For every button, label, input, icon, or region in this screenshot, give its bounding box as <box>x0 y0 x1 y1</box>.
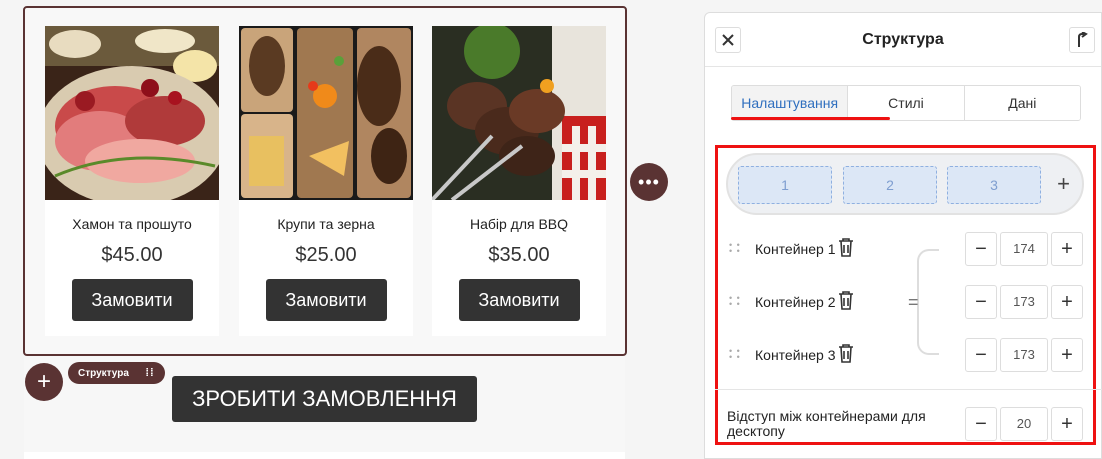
container-label: Контейнер 1 <box>755 241 836 257</box>
product-price: $45.00 <box>101 244 163 266</box>
gap-row: − 20 + <box>729 407 1083 441</box>
drag-handle-icon[interactable]: • • • • <box>729 347 743 362</box>
order-button[interactable]: Замовити <box>265 279 387 321</box>
increment-button[interactable]: + <box>1051 407 1083 441</box>
add-column-button[interactable]: + <box>1057 171 1070 197</box>
order-button[interactable]: Замовити <box>71 279 193 321</box>
tab-settings[interactable]: Налаштування <box>732 86 848 120</box>
section-divider <box>715 389 1102 390</box>
column-box[interactable]: 2 <box>843 166 937 204</box>
plus-icon: + <box>1057 171 1070 196</box>
structure-panel: Структура Налаштування Стилі Дані 1 2 3 … <box>704 12 1102 459</box>
column-box[interactable]: 3 <box>947 166 1041 204</box>
tab-data[interactable]: Дані <box>963 86 1080 120</box>
product-name: Хамон та прошуто <box>72 216 192 232</box>
width-stepper: − 174 + <box>965 232 1083 266</box>
drag-grip-icon[interactable]: ⁞⁞ <box>143 368 157 379</box>
container-row: • • • • Контейнер 1 − 174 + <box>729 232 1083 266</box>
structure-tag[interactable]: Структура ⁞⁞ <box>68 362 165 384</box>
product-image-ham <box>45 26 219 200</box>
column-box[interactable]: 1 <box>738 166 832 204</box>
product-image-grains <box>239 26 413 200</box>
add-block-button[interactable]: + <box>25 363 63 401</box>
decrement-button[interactable]: − <box>965 407 997 441</box>
panel-header: Структура <box>705 13 1101 67</box>
product-image-bbq <box>432 26 606 200</box>
container-label: Контейнер 2 <box>755 294 836 310</box>
product-price: $25.00 <box>295 244 357 266</box>
products-container[interactable]: Хамон та прошуто $45.00 Замовити Крупи т… <box>23 6 627 356</box>
structure-tag-label: Структура <box>78 367 129 379</box>
product-name: Набір для BBQ <box>469 216 569 232</box>
width-stepper: − 173 + <box>965 285 1083 319</box>
product-card[interactable]: Хамон та прошуто $45.00 Замовити <box>45 26 219 336</box>
product-price: $35.00 <box>488 244 550 266</box>
container-label: Контейнер 3 <box>755 347 836 363</box>
order-button[interactable]: Замовити <box>458 279 580 321</box>
plus-icon: + <box>36 368 51 395</box>
decrement-button[interactable]: − <box>965 338 997 372</box>
canvas-divider <box>24 452 625 459</box>
increment-button[interactable]: + <box>1051 285 1083 319</box>
container-row: • • • • Контейнер 2 − 173 + <box>729 285 1083 319</box>
trash-icon[interactable] <box>837 236 855 258</box>
trash-icon[interactable] <box>837 289 855 311</box>
panel-tabs: Налаштування Стилі Дані <box>731 85 1081 121</box>
gap-input[interactable]: 20 <box>1000 407 1048 441</box>
tab-styles[interactable]: Стилі <box>847 86 964 120</box>
drag-handle-icon[interactable]: • • • • <box>729 294 743 309</box>
width-input[interactable]: 173 <box>1000 338 1048 372</box>
gap-stepper: − 20 + <box>965 407 1083 441</box>
increment-button[interactable]: + <box>1051 338 1083 372</box>
panel-title: Структура <box>862 31 944 48</box>
product-card[interactable]: Крупи та зерна $25.00 Замовити <box>239 26 413 336</box>
more-options-button[interactable]: ••• <box>630 163 668 201</box>
width-stepper: − 173 + <box>965 338 1083 372</box>
decrement-button[interactable]: − <box>965 232 997 266</box>
width-input[interactable]: 174 <box>1000 232 1048 266</box>
drag-handle-icon[interactable]: • • • • <box>729 241 743 256</box>
make-order-button[interactable]: ЗРОБИТИ ЗАМОВЛЕННЯ <box>172 376 477 422</box>
container-row: • • • • Контейнер 3 − 173 + <box>729 338 1083 372</box>
product-name: Крупи та зерна <box>277 216 375 232</box>
arrow-up-return-icon <box>1078 32 1088 47</box>
more-dots-icon: ••• <box>638 171 660 192</box>
decrement-button[interactable]: − <box>965 285 997 319</box>
active-tab-underline <box>731 117 890 120</box>
increment-button[interactable]: + <box>1051 232 1083 266</box>
trash-icon[interactable] <box>837 342 855 364</box>
width-input[interactable]: 173 <box>1000 285 1048 319</box>
export-button[interactable] <box>1069 27 1095 53</box>
columns-strip: 1 2 3 + <box>726 153 1084 215</box>
product-card[interactable]: Набір для BBQ $35.00 Замовити <box>432 26 606 336</box>
